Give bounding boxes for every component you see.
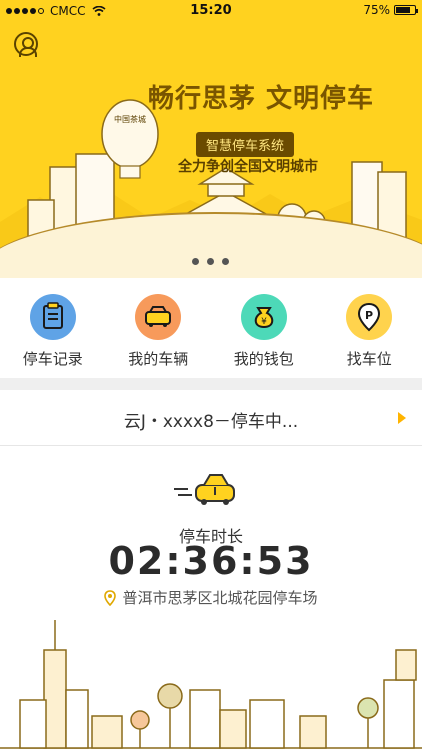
action-label: 我的车辆 bbox=[128, 350, 189, 368]
carousel-indicator[interactable] bbox=[192, 258, 229, 265]
chevron-right-icon bbox=[398, 412, 406, 424]
action-label: 我的钱包 bbox=[233, 350, 294, 368]
carousel-dot[interactable] bbox=[192, 258, 199, 265]
action-parking-records[interactable]: 停车记录 bbox=[0, 278, 106, 378]
svg-text:P: P bbox=[365, 309, 373, 322]
quick-actions: 停车记录 我的车辆 ¥ 我的钱包 P 找车位 bbox=[0, 278, 422, 378]
action-label: 找车位 bbox=[346, 350, 392, 368]
action-my-vehicle[interactable]: 我的车辆 bbox=[106, 278, 212, 378]
user-profile-icon[interactable] bbox=[14, 32, 38, 57]
action-my-wallet[interactable]: ¥ 我的钱包 bbox=[211, 278, 317, 378]
banner-title: 畅行思茅 文明停车 bbox=[148, 84, 375, 114]
battery-icon bbox=[394, 5, 418, 15]
status-time: 15:20 bbox=[190, 3, 232, 18]
battery-percent: 75% bbox=[363, 3, 390, 17]
location-text: 普洱市思茅区北城花园停车场 bbox=[122, 589, 318, 607]
current-parking-text: 云J・xxxx8－停车中... bbox=[123, 412, 299, 432]
money-bag-icon: ¥ bbox=[240, 294, 287, 340]
parking-location: 普洱市思茅区北城花园停车场 bbox=[0, 587, 422, 608]
parking-icon: P bbox=[346, 294, 393, 340]
moving-car-icon bbox=[174, 474, 235, 505]
balloon-text: 中国茶城 bbox=[114, 114, 146, 124]
promo-banner[interactable]: 中国茶城 畅行思茅 文明停车 智慧停车系统 全力争创全国文明城市 bbox=[0, 22, 422, 278]
parking-duration: 02:36:53 bbox=[108, 539, 314, 583]
parking-timer-panel: 停车时长 02:36:53 普洱市思茅区北城花园停车场 bbox=[0, 447, 422, 750]
current-parking-row[interactable]: 云J・xxxx8－停车中... bbox=[0, 390, 422, 446]
clipboard-icon bbox=[29, 294, 76, 340]
car-icon bbox=[135, 294, 182, 340]
action-label: 停车记录 bbox=[22, 350, 83, 368]
section-divider bbox=[0, 378, 422, 390]
city-skyline-illustration bbox=[0, 620, 422, 749]
status-bar: CMCC 15:20 75% bbox=[0, 0, 422, 22]
location-pin-icon bbox=[104, 589, 117, 606]
action-find-parking[interactable]: P 找车位 bbox=[317, 278, 422, 378]
banner-badge: 智慧停车系统 bbox=[196, 132, 295, 157]
carousel-dot[interactable] bbox=[222, 258, 229, 265]
battery-area: 75% bbox=[363, 3, 418, 17]
svg-text:¥: ¥ bbox=[261, 317, 267, 327]
carousel-dot[interactable] bbox=[207, 258, 214, 265]
banner-subtitle: 全力争创全国文明城市 bbox=[178, 159, 318, 175]
